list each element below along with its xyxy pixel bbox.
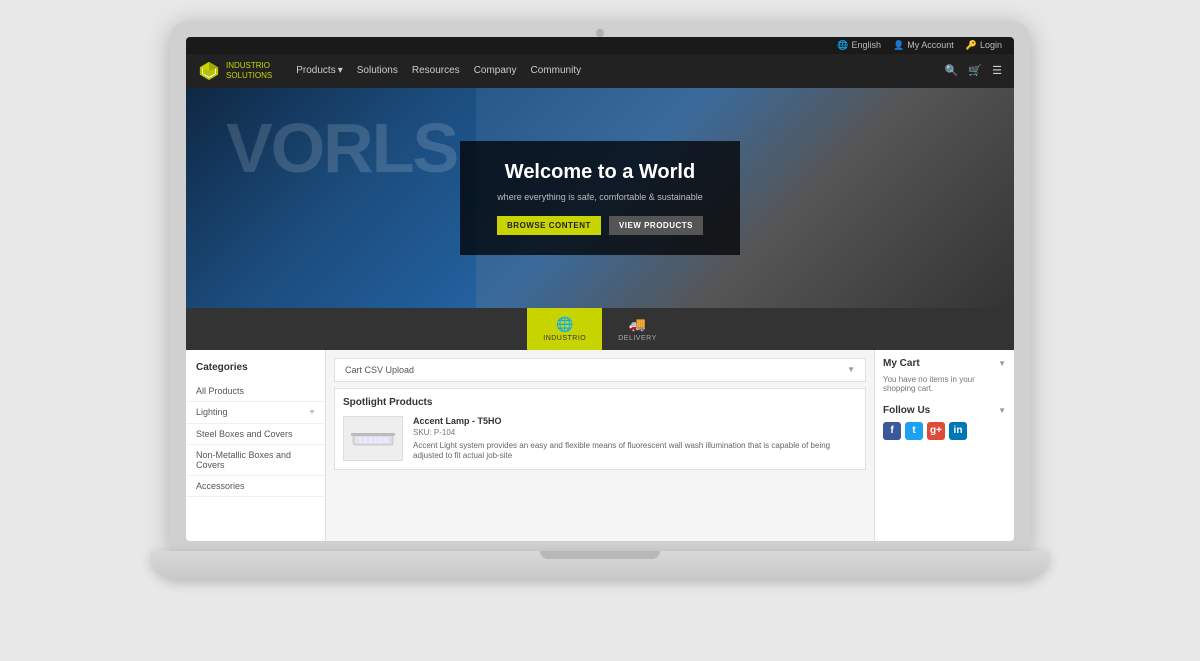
cart-icon[interactable]: 🛒 <box>968 64 982 77</box>
hero-content: Welcome to a World where everything is s… <box>460 141 740 255</box>
hero-section: VORLS Welcome to a World where everythin… <box>186 88 1014 308</box>
chevron-down-icon: ▾ <box>338 65 343 76</box>
product-name: Accent Lamp - T5HO <box>413 416 857 426</box>
expand-lighting-icon: + <box>309 407 315 418</box>
menu-icon[interactable]: ☰ <box>992 64 1002 77</box>
language-selector[interactable]: 🌐 English <box>837 40 881 51</box>
product-lamp-svg <box>348 423 398 453</box>
tab-delivery[interactable]: 🚚 DELIVERY <box>602 308 673 350</box>
twitter-icon[interactable]: t <box>905 422 923 440</box>
logo-diamond-icon <box>198 60 220 82</box>
laptop-container: 🌐 English 👤 My Account 🔑 Login <box>150 21 1050 641</box>
product-sku: SKU: P-104 <box>413 428 857 437</box>
nav-community[interactable]: Community <box>531 65 582 76</box>
csv-chevron-icon: ▼ <box>847 365 855 374</box>
cart-title-label: My Cart <box>883 358 920 369</box>
product-info: Accent Lamp - T5HO SKU: P-104 Accent Lig… <box>413 416 857 462</box>
login-link[interactable]: 🔑 Login <box>966 40 1002 51</box>
utility-bar: 🌐 English 👤 My Account 🔑 Login <box>186 37 1014 54</box>
nav-products[interactable]: Products ▾ <box>296 65 343 76</box>
nav-icons: 🔍 🛒 ☰ <box>945 64 1002 77</box>
sidebar-item-lighting[interactable]: Lighting + <box>186 402 325 424</box>
follow-title: Follow Us ▼ <box>883 405 1006 416</box>
product-row: Accent Lamp - T5HO SKU: P-104 Accent Lig… <box>343 416 857 462</box>
cart-chevron-icon: ▼ <box>998 359 1006 368</box>
my-account-link[interactable]: 👤 My Account <box>893 40 954 51</box>
hero-buttons: BROWSE CONTENT VIEW PRODUCTS <box>490 216 710 235</box>
logo-text: INDUSTRIO SOLUTIONS <box>226 61 272 80</box>
industrio-tab-label: INDUSTRIO <box>543 335 586 342</box>
login-icon: 🔑 <box>966 40 977 51</box>
follow-section: Follow Us ▼ f t g+ in <box>883 405 1006 440</box>
search-icon[interactable]: 🔍 <box>945 64 959 77</box>
csv-upload-bar[interactable]: Cart CSV Upload ▼ <box>334 358 866 382</box>
main-nav: INDUSTRIO SOLUTIONS Products ▾ Solutions… <box>186 54 1014 88</box>
categories-sidebar: Categories All Products Lighting + Steel… <box>186 350 326 541</box>
cart-section: My Cart ▼ <box>883 358 1006 369</box>
nav-solutions[interactable]: Solutions <box>357 65 398 76</box>
social-icons: f t g+ in <box>883 422 1006 440</box>
follow-title-label: Follow Us <box>883 405 930 416</box>
account-icon: 👤 <box>893 40 904 51</box>
product-image <box>343 416 403 461</box>
website: 🌐 English 👤 My Account 🔑 Login <box>186 37 1014 541</box>
screen: 🌐 English 👤 My Account 🔑 Login <box>186 37 1014 541</box>
product-description: Accent Light system provides an easy and… <box>413 441 857 462</box>
view-products-button[interactable]: VIEW PRODUCTS <box>609 216 703 235</box>
hero-bg-text: VORLS <box>226 108 457 188</box>
nav-company[interactable]: Company <box>474 65 517 76</box>
spotlight-title: Spotlight Products <box>343 397 857 408</box>
sidebar-item-accessories[interactable]: Accessories <box>186 476 325 497</box>
nav-resources[interactable]: Resources <box>412 65 460 76</box>
delivery-tab-label: DELIVERY <box>618 335 657 342</box>
main-content: Cart CSV Upload ▼ Spotlight Products <box>326 350 874 541</box>
google-plus-icon[interactable]: g+ <box>927 422 945 440</box>
cart-empty-message: You have no items in your shopping cart. <box>883 375 1006 393</box>
logo[interactable]: INDUSTRIO SOLUTIONS <box>198 60 272 82</box>
content-area: Categories All Products Lighting + Steel… <box>186 350 1014 541</box>
nav-links: Products ▾ Solutions Resources Company C… <box>296 65 928 76</box>
right-sidebar: My Cart ▼ You have no items in your shop… <box>874 350 1014 541</box>
linkedin-icon[interactable]: in <box>949 422 967 440</box>
tab-bar: 🌐 INDUSTRIO 🚚 DELIVERY <box>186 308 1014 350</box>
sidebar-item-steel-boxes[interactable]: Steel Boxes and Covers <box>186 424 325 445</box>
csv-upload-label: Cart CSV Upload <box>345 365 414 375</box>
categories-title: Categories <box>186 358 325 381</box>
industrio-tab-icon: 🌐 <box>556 316 573 333</box>
follow-chevron-icon: ▼ <box>998 406 1006 415</box>
laptop-base <box>150 551 1050 579</box>
globe-icon: 🌐 <box>837 40 848 51</box>
screen-bezel: 🌐 English 👤 My Account 🔑 Login <box>170 21 1030 551</box>
sidebar-item-all-products[interactable]: All Products <box>186 381 325 402</box>
facebook-icon[interactable]: f <box>883 422 901 440</box>
sidebar-item-non-metallic[interactable]: Non-Metallic Boxes and Covers <box>186 445 325 476</box>
hero-title: Welcome to a World <box>490 161 710 184</box>
delivery-tab-icon: 🚚 <box>629 316 646 333</box>
browse-content-button[interactable]: BROWSE CONTENT <box>497 216 601 235</box>
hero-subtitle: where everything is safe, comfortable & … <box>490 192 710 202</box>
tab-industrio[interactable]: 🌐 INDUSTRIO <box>527 308 602 350</box>
spotlight-section: Spotlight Products <box>334 388 866 471</box>
